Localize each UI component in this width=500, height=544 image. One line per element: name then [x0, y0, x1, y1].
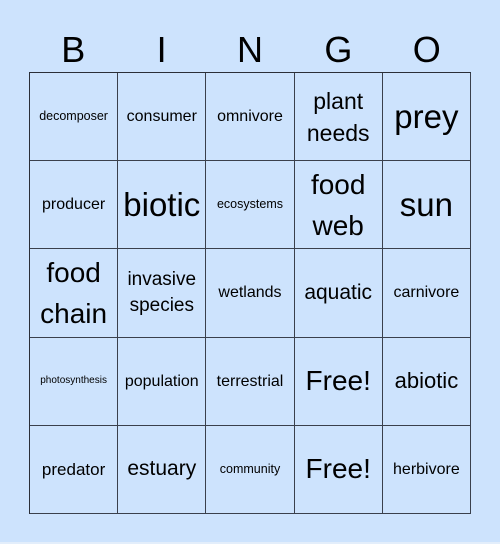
bingo-cell[interactable]: carnivore — [382, 249, 471, 338]
bingo-cell[interactable]: community — [206, 425, 295, 514]
cell-label: photosynthesis — [40, 375, 107, 387]
cell-label: decomposer — [39, 109, 108, 124]
header-letter-i: I — [156, 29, 167, 70]
bingo-cell[interactable]: invasive species — [118, 249, 207, 338]
cell-label: predator — [41, 459, 106, 479]
bingo-header: B I N G O — [29, 28, 471, 72]
header-letter-o: O — [412, 29, 441, 70]
header-letter-g: G — [324, 29, 353, 70]
cell-label: plant needs — [306, 87, 370, 146]
cell-label: estuary — [127, 457, 197, 481]
cell-label: Free! — [305, 365, 371, 397]
header-letter-n: N — [236, 29, 263, 70]
cell-label: carnivore — [393, 284, 460, 302]
cell-label: aquatic — [304, 280, 373, 304]
cell-label: population — [124, 372, 199, 390]
header-letter-b: B — [61, 29, 86, 70]
cell-label: Free! — [305, 453, 371, 485]
bingo-cell[interactable]: Free! — [294, 337, 383, 426]
bingo-cell[interactable]: decomposer — [30, 73, 119, 162]
bingo-cell[interactable]: estuary — [118, 425, 207, 514]
cell-label: producer — [42, 196, 106, 214]
bingo-cell[interactable]: sun — [382, 161, 471, 250]
bingo-cell[interactable]: predator — [30, 425, 119, 514]
cell-label: food chain — [40, 256, 108, 329]
cell-label: invasive species — [127, 268, 197, 316]
bingo-cell[interactable]: aquatic — [294, 249, 383, 338]
bingo-cell[interactable]: ecosystems — [206, 161, 295, 250]
cell-label: wetlands — [218, 284, 282, 302]
cell-label: community — [219, 461, 281, 476]
bingo-cell[interactable]: population — [118, 337, 207, 426]
bingo-cell[interactable]: producer — [30, 161, 119, 250]
bingo-cell[interactable]: herbivore — [382, 425, 471, 514]
bingo-cell[interactable]: wetlands — [206, 249, 295, 338]
cell-label: prey — [394, 97, 459, 135]
bingo-cell[interactable]: prey — [382, 73, 471, 162]
cell-label: food web — [310, 168, 366, 241]
cell-label: herbivore — [393, 460, 460, 478]
cell-label: omnivore — [217, 108, 283, 126]
bingo-cell[interactable]: terrestrial — [206, 337, 295, 426]
bingo-cell[interactable]: photosynthesis — [30, 337, 119, 426]
bingo-cell[interactable]: Free! — [294, 425, 383, 514]
bingo-cell[interactable]: abiotic — [382, 337, 471, 426]
bingo-cell[interactable]: food web — [294, 161, 383, 250]
cell-label: sun — [399, 185, 453, 223]
bingo-cell[interactable]: food chain — [30, 249, 119, 338]
bingo-cell[interactable]: biotic — [118, 161, 207, 250]
bingo-cell[interactable]: consumer — [118, 73, 207, 162]
bingo-cell[interactable]: omnivore — [206, 73, 295, 162]
bingo-grid: decomposer consumer omnivore plant needs… — [29, 72, 471, 514]
cell-label: consumer — [126, 108, 197, 126]
cell-label: abiotic — [394, 368, 459, 394]
cell-label: terrestrial — [216, 372, 284, 390]
cell-label: ecosystems — [216, 197, 283, 212]
bingo-cell[interactable]: plant needs — [294, 73, 383, 162]
cell-label: biotic — [123, 185, 201, 223]
